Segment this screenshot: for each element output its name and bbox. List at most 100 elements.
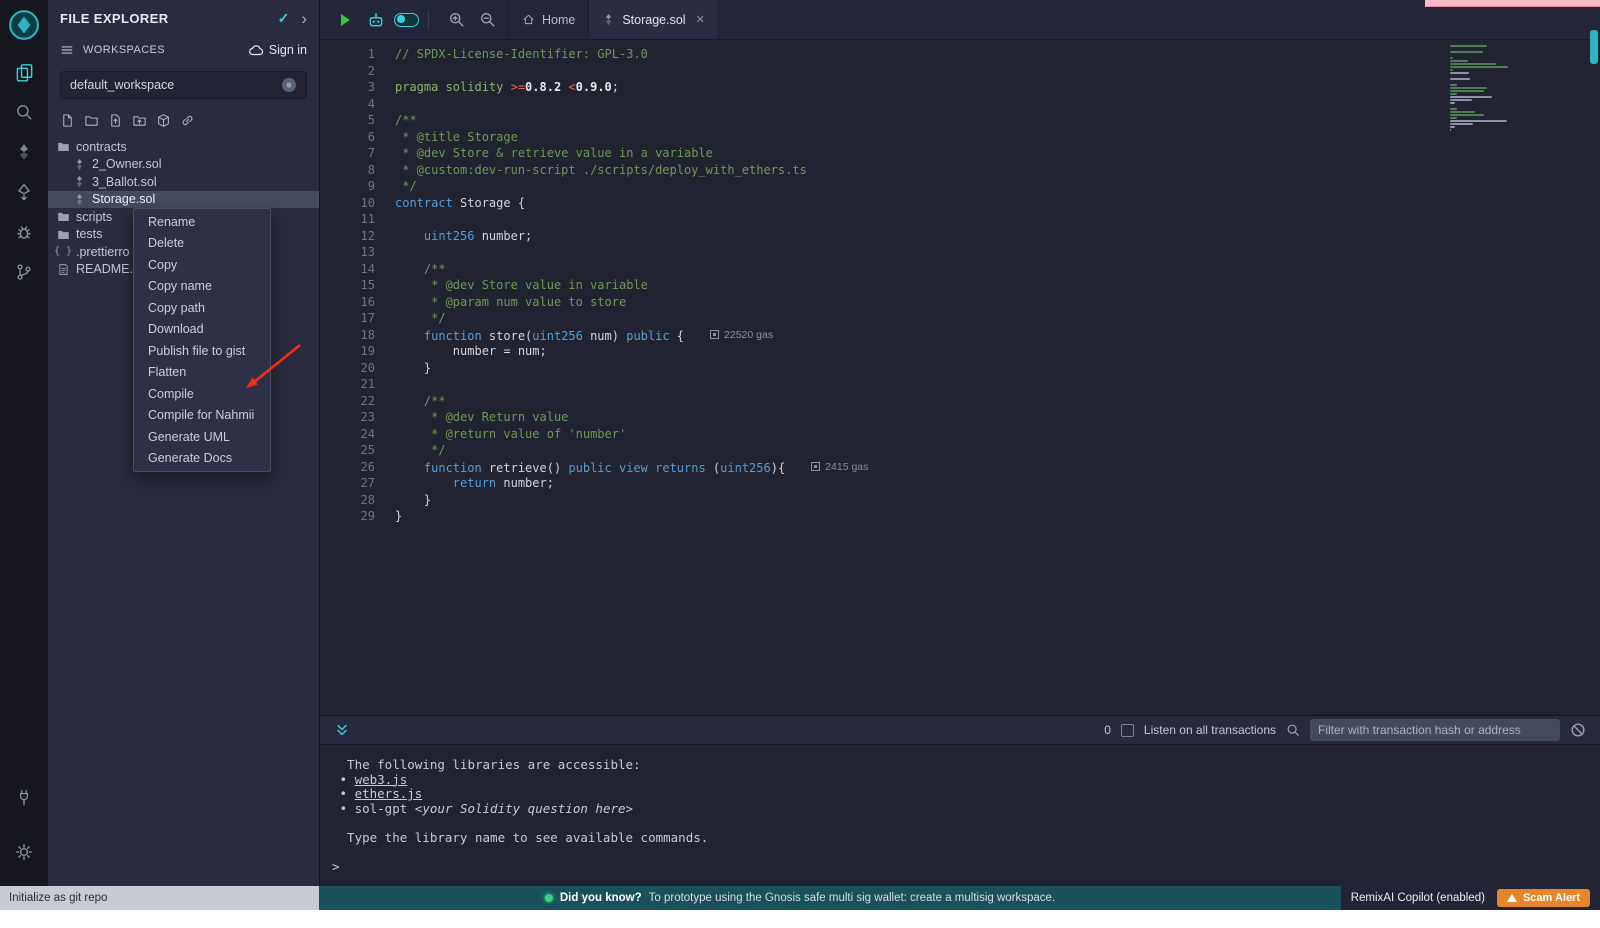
check-icon[interactable]: ✓: [278, 10, 290, 27]
menu-item-delete[interactable]: Delete: [134, 233, 270, 255]
line-number: 24: [320, 426, 375, 443]
import-box-icon[interactable]: [156, 113, 171, 128]
zoom-out-icon[interactable]: [475, 7, 500, 32]
code-line-9: */: [395, 178, 1470, 195]
menu-item-generate-uml[interactable]: Generate UML: [134, 426, 270, 448]
line-number: 17: [320, 310, 375, 327]
code-editor[interactable]: 1234567891011121314151617181920212223242…: [320, 40, 1600, 715]
gas-icon: [811, 462, 820, 471]
line-number: 28: [320, 492, 375, 509]
menu-item-flatten[interactable]: Flatten: [134, 362, 270, 384]
tree-item-3_Ballot.sol[interactable]: 3_Ballot.sol: [48, 173, 319, 191]
tree-item-Storage.sol[interactable]: Storage.sol: [48, 191, 319, 209]
copilot-toggle[interactable]: [394, 13, 419, 27]
code-line-15: * @dev Store value in variable: [395, 277, 1470, 294]
solidity-compiler-icon[interactable]: [0, 132, 48, 172]
code-line-10: contract Storage {: [395, 195, 1470, 212]
run-script-button[interactable]: [332, 7, 357, 32]
sol-icon: [602, 13, 615, 26]
file-explorer-icon[interactable]: [0, 52, 48, 92]
menu-item-generate-docs[interactable]: Generate Docs: [134, 448, 270, 470]
tree-item-contracts[interactable]: contracts: [48, 138, 319, 156]
copilot-status: RemixAI Copilot (enabled): [1351, 892, 1485, 904]
scam-alert-button[interactable]: Scam Alert: [1497, 889, 1590, 907]
line-number: 4: [320, 96, 375, 113]
clear-console-icon[interactable]: [1570, 722, 1586, 738]
code-line-8: * @custom:dev-run-script ./scripts/deplo…: [395, 162, 1470, 179]
menu-item-copy-path[interactable]: Copy path: [134, 297, 270, 319]
code-lines[interactable]: // SPDX-License-Identifier: GPL-3.0pragm…: [395, 46, 1470, 525]
deploy-and-run-icon[interactable]: [0, 172, 48, 212]
search-icon[interactable]: [0, 92, 48, 132]
panel-header: FILE EXPLORER ✓ ›: [48, 0, 319, 36]
code-line-4: [395, 96, 1470, 113]
settings-gear-icon[interactable]: [0, 832, 48, 872]
tab-home[interactable]: Home: [508, 0, 589, 39]
sol-icon: [72, 158, 86, 171]
ai-assistant-icon[interactable]: [363, 7, 388, 32]
transaction-count: 0: [1104, 723, 1111, 737]
workspace-options-icon[interactable]: [281, 77, 297, 93]
menu-item-compile-for-nahmii[interactable]: Compile for Nahmii: [134, 405, 270, 427]
upload-file-icon[interactable]: [108, 113, 123, 128]
link-icon[interactable]: [180, 113, 195, 128]
line-number: 5: [320, 112, 375, 129]
debugger-icon[interactable]: [0, 212, 48, 252]
minimap[interactable]: [1450, 45, 1514, 132]
did-you-know-tip: Did you know? To prototype using the Gno…: [545, 892, 1055, 904]
git-init-button[interactable]: Initialize as git repo: [0, 886, 319, 910]
create-folder-icon[interactable]: [84, 113, 99, 128]
line-number: 29: [320, 508, 375, 525]
code-line-12: uint256 number;: [395, 228, 1470, 245]
scam-alert-label: Scam Alert: [1523, 892, 1580, 904]
menu-item-compile[interactable]: Compile: [134, 383, 270, 405]
chevron-right-icon[interactable]: ›: [301, 10, 307, 27]
menu-item-rename[interactable]: Rename: [134, 211, 270, 233]
scrollbar-thumb[interactable]: [1590, 30, 1598, 64]
git-init-label: Initialize as git repo: [9, 892, 107, 904]
line-number: 26: [320, 459, 375, 476]
upload-folder-icon[interactable]: [132, 113, 147, 128]
code-line-11: [395, 211, 1470, 228]
bottom-strip: [0, 910, 1600, 928]
code-line-20: }: [395, 360, 1470, 377]
hamburger-icon[interactable]: [60, 43, 74, 57]
readme-icon: [56, 263, 70, 276]
tab-storage.sol[interactable]: Storage.sol✕: [589, 0, 718, 39]
plugin-manager-icon[interactable]: [0, 778, 48, 818]
terminal-search-icon[interactable]: [1286, 723, 1300, 737]
tree-item-label: .prettierro: [76, 245, 130, 259]
transaction-filter-input[interactable]: [1310, 719, 1560, 741]
code-line-27: return number;: [395, 475, 1470, 492]
menu-item-download[interactable]: Download: [134, 319, 270, 341]
terminal-line-1: The following libraries are accessible:: [332, 757, 1600, 772]
git-icon[interactable]: [0, 252, 48, 292]
menu-item-copy[interactable]: Copy: [134, 254, 270, 276]
code-line-7: * @dev Store & retrieve value in a varia…: [395, 145, 1470, 162]
menu-item-publish-file-to-gist[interactable]: Publish file to gist: [134, 340, 270, 362]
browser-notification-stripe: [1425, 0, 1600, 7]
sign-in-button[interactable]: Sign in: [248, 42, 307, 58]
terminal[interactable]: The following libraries are accessible: …: [320, 747, 1600, 886]
line-number: 12: [320, 228, 375, 245]
remix-logo[interactable]: [7, 8, 41, 42]
close-tab-icon[interactable]: ✕: [696, 13, 705, 26]
menu-item-copy-name[interactable]: Copy name: [134, 276, 270, 298]
workspace-name: default_workspace: [70, 78, 174, 92]
workspace-select[interactable]: default_workspace: [60, 71, 307, 99]
listen-checkbox[interactable]: [1121, 724, 1134, 737]
line-number: 14: [320, 261, 375, 278]
sign-in-label: Sign in: [269, 43, 307, 57]
create-file-icon[interactable]: [60, 113, 75, 128]
tab-label: Home: [542, 13, 575, 27]
line-number: 21: [320, 376, 375, 393]
expand-terminal-icon[interactable]: [334, 722, 350, 738]
library-link-web3.js[interactable]: web3.js: [355, 772, 408, 787]
tree-item-2_Owner.sol[interactable]: 2_Owner.sol: [48, 156, 319, 174]
library-link-ethers.js[interactable]: ethers.js: [355, 786, 423, 801]
line-number: 18: [320, 327, 375, 344]
terminal-lines: The following libraries are accessible: …: [332, 757, 1600, 873]
line-number: 6: [320, 129, 375, 146]
zoom-in-icon[interactable]: [444, 7, 469, 32]
line-number: 23: [320, 409, 375, 426]
